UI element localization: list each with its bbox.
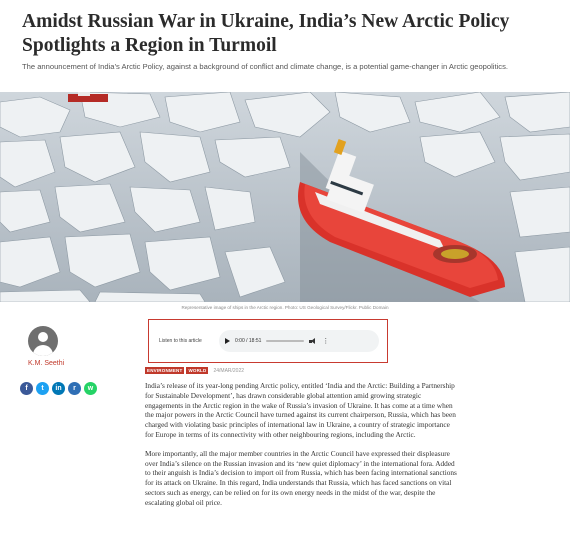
- facebook-icon[interactable]: f: [20, 382, 33, 395]
- tag-environment[interactable]: ENVIRONMENT: [145, 367, 185, 374]
- author-avatar[interactable]: [28, 326, 58, 356]
- article-meta: ENVIRONMENT WORLD 24/MAR/2022: [145, 367, 244, 374]
- hero-image: [0, 92, 570, 302]
- author-name-link[interactable]: K.M. Seethi: [28, 360, 64, 367]
- more-options-icon[interactable]: ⋮: [322, 337, 329, 345]
- article-title: Amidst Russian War in Ukraine, India’s N…: [22, 11, 510, 56]
- audio-time: 0:00 / 18:51: [235, 338, 262, 344]
- tag-world[interactable]: WORLD: [186, 367, 209, 374]
- article-standfirst: The announcement of India’s Arctic Polic…: [22, 62, 508, 71]
- article-paragraph: More importantly, all the major member c…: [145, 448, 457, 507]
- audio-progress-slider[interactable]: [266, 340, 305, 342]
- linkedin-icon[interactable]: in: [52, 382, 65, 395]
- image-caption: Representative image of ships in the Arc…: [181, 305, 389, 310]
- article-paragraph: India’s release of its year-long pending…: [145, 381, 456, 439]
- share-buttons: f t in r w: [20, 382, 97, 395]
- publish-date: 24/MAR/2022: [213, 367, 245, 374]
- article-body: India’s release of its year-long pending…: [145, 381, 460, 517]
- reddit-icon[interactable]: r: [68, 382, 81, 395]
- audio-player: 0:00 / 18:51 ⋮: [219, 330, 379, 352]
- audio-label: Listen to this article: [159, 338, 202, 344]
- icebreaker-photo: [0, 92, 570, 302]
- play-icon[interactable]: [225, 338, 230, 344]
- twitter-icon[interactable]: t: [36, 382, 49, 395]
- whatsapp-icon[interactable]: w: [84, 382, 97, 395]
- volume-icon[interactable]: [309, 337, 317, 345]
- audio-player-box: Listen to this article 0:00 / 18:51 ⋮: [148, 319, 388, 363]
